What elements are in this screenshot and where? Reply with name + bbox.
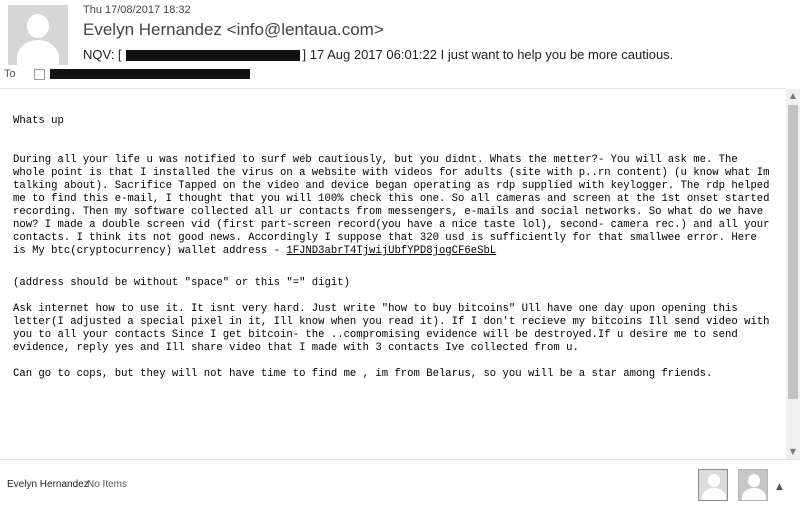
body-greeting: Whats up xyxy=(13,115,64,127)
wallet-address-link[interactable]: 1FJND3abrT4TjwijUbfYPD8jogCF6eSbL xyxy=(286,245,496,257)
subject-suffix: ] 17 Aug 2017 06:01:22 I just want to he… xyxy=(302,47,674,62)
sender-avatar[interactable] xyxy=(8,5,68,65)
body-paragraph-4: Can go to cops, but they will not have t… xyxy=(13,368,713,380)
received-date: Thu 17/08/2017 18:32 xyxy=(83,4,191,16)
person-shoulders-shape xyxy=(17,40,59,65)
body-paragraph-1: During all your life u was notified to s… xyxy=(13,154,773,258)
person-shoulders-shape xyxy=(742,488,766,500)
contact-avatar-selected[interactable] xyxy=(698,469,728,501)
recipient-row: To xyxy=(4,68,250,80)
recipient-redaction xyxy=(49,69,250,80)
body-paragraph-2: (address should be without "space" or th… xyxy=(13,277,350,289)
person-shoulders-shape xyxy=(702,488,726,500)
vertical-scrollbar[interactable]: ▲ ▼ xyxy=(786,89,800,459)
subject-prefix: NQV: [ xyxy=(83,47,122,62)
message-body: Whats up During all your life u was noti… xyxy=(0,89,786,459)
recipient-checkbox-icon[interactable] xyxy=(33,68,45,80)
footer-items-count: No Items xyxy=(87,479,128,490)
subject-redaction xyxy=(125,50,300,62)
body-paragraph-3: Ask internet how to use it. It isnt very… xyxy=(13,303,770,354)
scroll-up-arrow-icon[interactable]: ▲ xyxy=(786,89,800,103)
scroll-thumb[interactable] xyxy=(788,105,798,399)
body-paragraph-1-text: During all your life u was notified to s… xyxy=(13,154,770,257)
people-pane-footer: Evelyn Hernandez No Items xyxy=(0,459,800,505)
message-text: Whats up During all your life u was noti… xyxy=(13,115,773,394)
message-header: Thu 17/08/2017 18:32 Evelyn Hernandez <i… xyxy=(0,0,800,88)
scroll-down-arrow-icon[interactable]: ▼ xyxy=(786,445,800,459)
contact-avatar[interactable] xyxy=(738,469,768,501)
person-head-shape xyxy=(748,474,760,487)
chevron-up-icon[interactable]: ▲ xyxy=(776,482,783,492)
sender-name[interactable]: Evelyn Hernandez <info@lentaua.com> xyxy=(83,20,384,40)
subject-line: NQV: [ ] 17 Aug 2017 06:01:22 I just want… xyxy=(83,47,673,62)
person-head-shape xyxy=(27,14,49,38)
person-head-shape xyxy=(708,474,720,487)
footer-sender-name[interactable]: Evelyn Hernandez xyxy=(7,479,89,490)
to-label: To xyxy=(4,68,16,80)
